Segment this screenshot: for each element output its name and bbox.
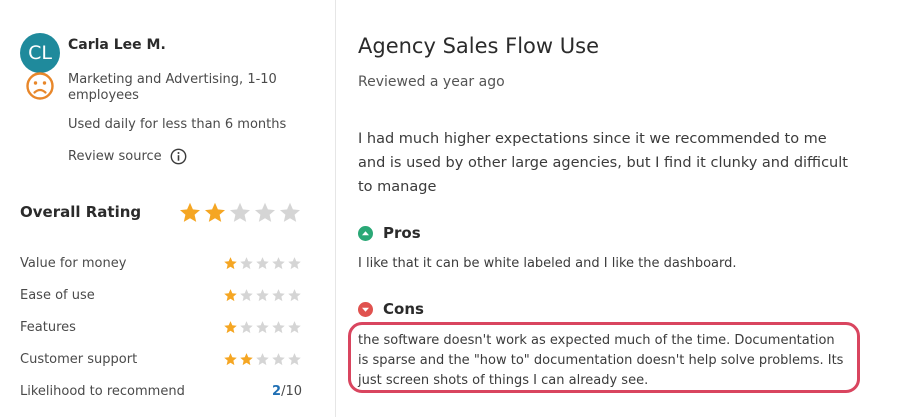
rating-value-for-money: Value for money: [20, 254, 302, 274]
star-filled-icon: [224, 257, 237, 270]
reviewer-name: Carla Lee M.: [68, 37, 166, 53]
star-empty-icon: [240, 257, 253, 270]
star-empty-icon: [256, 257, 269, 270]
overall-rating-stars: [178, 201, 302, 225]
star-empty-icon: [272, 257, 285, 270]
review-source[interactable]: Review source: [68, 148, 187, 165]
rating-label: Features: [20, 320, 76, 335]
overall-rating-label: Overall Rating: [20, 203, 142, 221]
rating-stars: [223, 256, 302, 271]
cons-down-icon: [358, 301, 373, 317]
rating-features: Features: [20, 318, 302, 338]
star-empty-icon: [272, 321, 285, 334]
cons-heading: Cons: [358, 300, 424, 318]
star-filled-icon: [224, 321, 237, 334]
rating-label: Value for money: [20, 256, 127, 271]
star-empty-icon: [288, 321, 301, 334]
reviewer-usage: Used daily for less than 6 months: [68, 117, 287, 132]
sad-face-icon: [26, 72, 54, 100]
rating-customer-support: Customer support: [20, 350, 302, 370]
pros-up-icon: [358, 225, 373, 241]
star-empty-icon: [256, 289, 269, 302]
review-summary: I had much higher expectations since it …: [358, 131, 848, 195]
review-source-label: Review source: [68, 149, 162, 164]
rating-stars: [223, 352, 302, 367]
star-filled-icon: [224, 353, 237, 366]
star-empty-icon: [256, 353, 269, 366]
cons-text: the software doesn't work as expected mu…: [358, 333, 844, 388]
star-empty-icon: [288, 257, 301, 270]
star-filled-icon: [224, 289, 237, 302]
rating-label: Likelihood to recommend: [20, 384, 185, 399]
recommend-score: 2/10: [272, 384, 302, 399]
review-content: Agency Sales Flow Use Reviewed a year ag…: [336, 0, 906, 417]
star-empty-icon: [240, 321, 253, 334]
pros-text: I like that it can be white labeled and …: [358, 256, 737, 271]
rating-ease-of-use: Ease of use: [20, 286, 302, 306]
review-title: Agency Sales Flow Use: [358, 34, 599, 58]
rating-stars: [223, 320, 302, 335]
star-filled-icon: [205, 202, 225, 222]
pros-heading: Pros: [358, 224, 421, 242]
rating-label: Ease of use: [20, 288, 95, 303]
star-empty-icon: [288, 353, 301, 366]
star-empty-icon: [288, 289, 301, 302]
star-empty-icon: [280, 202, 300, 222]
cons-label: Cons: [383, 300, 424, 318]
star-filled-icon: [240, 353, 253, 366]
star-empty-icon: [256, 321, 269, 334]
recommend-score-value: 2: [272, 384, 282, 399]
info-icon[interactable]: [170, 148, 187, 165]
rating-label: Customer support: [20, 352, 138, 367]
rating-likelihood-to-recommend: Likelihood to recommend 2/10: [20, 382, 302, 402]
star-empty-icon: [272, 289, 285, 302]
reviewer-panel: CL Carla Lee M. Marketing and Advertisin…: [0, 0, 335, 417]
star-filled-icon: [180, 202, 200, 222]
pros-label: Pros: [383, 224, 421, 242]
rating-stars: [223, 288, 302, 303]
star-empty-icon: [272, 353, 285, 366]
avatar: CL: [20, 33, 60, 73]
star-empty-icon: [230, 202, 250, 222]
recommend-score-max: /10: [281, 384, 302, 399]
reviewer-industry: Marketing and Advertising, 1-10 employee…: [68, 72, 277, 103]
star-empty-icon: [255, 202, 275, 222]
review-date: Reviewed a year ago: [358, 74, 505, 90]
star-empty-icon: [240, 289, 253, 302]
